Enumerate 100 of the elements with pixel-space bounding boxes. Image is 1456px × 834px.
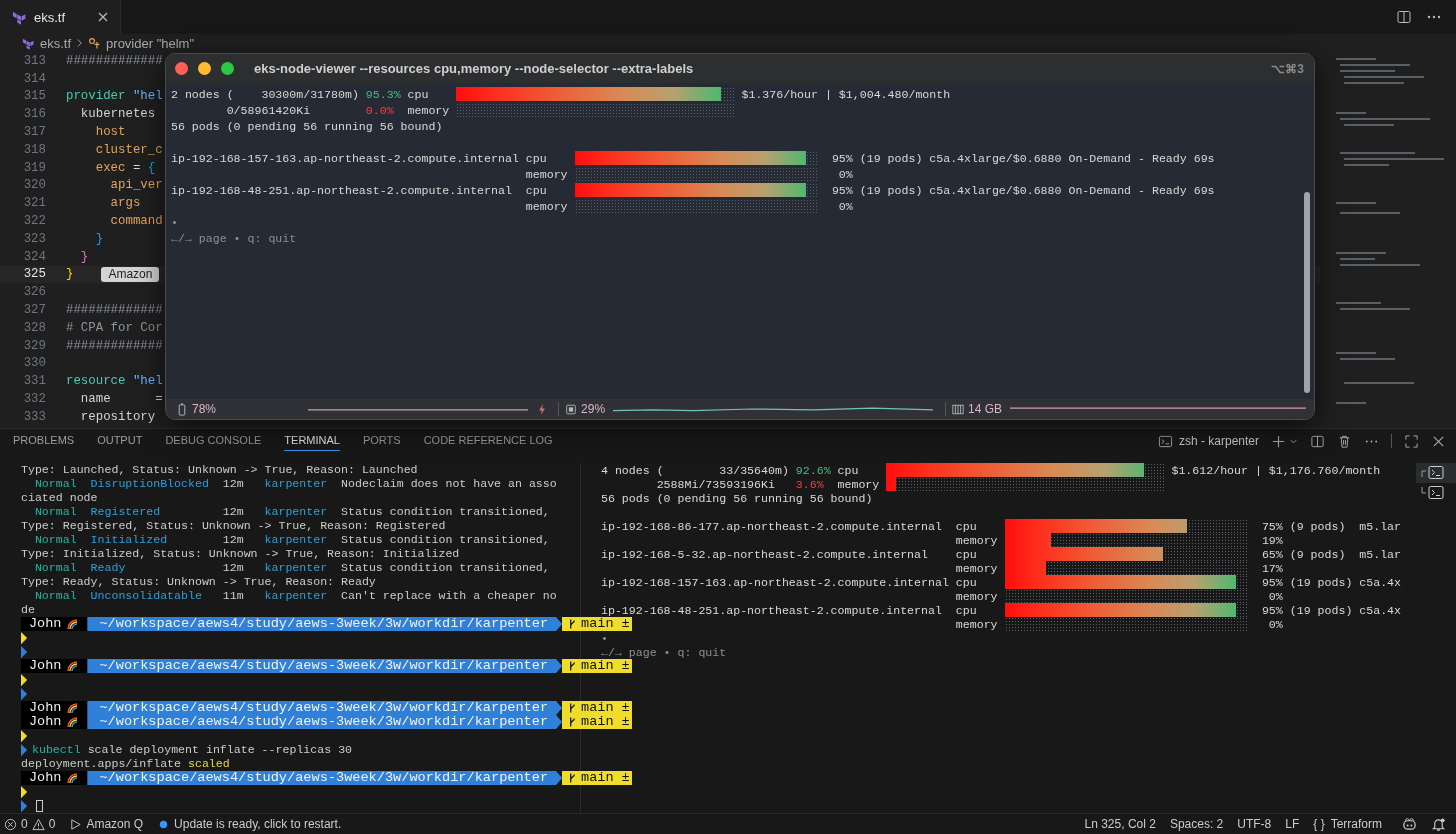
rainbow-icon xyxy=(67,702,80,714)
resource-label: cpu xyxy=(955,519,978,533)
code-line: } xyxy=(66,267,74,282)
bell-icon[interactable] xyxy=(1431,816,1446,832)
usage-percent: 95.3% xyxy=(365,87,402,101)
help-text: ←/→ page • q: quit xyxy=(171,231,297,245)
cursor-position[interactable]: Ln 325, Col 2 xyxy=(1084,817,1156,831)
help-text: ←/→ page • q: quit xyxy=(601,645,727,659)
window-title: eks-node-viewer --resources cpu,memory --node-selector --extra-labels xyxy=(254,61,694,76)
error-icon[interactable] xyxy=(4,817,17,831)
amazon-q-status[interactable]: Amazon Q xyxy=(86,817,144,831)
split-editor-icon[interactable] xyxy=(1396,9,1412,25)
memory-usage: 14 GB xyxy=(968,402,1003,416)
line-ending-status[interactable]: LF xyxy=(1285,817,1300,831)
cost-text: $1.612/hour | $1,176.760/month xyxy=(1171,463,1381,477)
usage-percent: 0.0% xyxy=(365,103,395,117)
usage-percent: 0% xyxy=(837,167,853,181)
plus-icon[interactable] xyxy=(1271,433,1286,449)
panel-tab[interactable]: TERMINAL xyxy=(284,431,340,451)
code-line: command xyxy=(109,214,163,229)
code-line: cluster_c xyxy=(94,142,163,157)
terminal-list-item[interactable] xyxy=(1416,463,1456,483)
shortcut-label: ⌥⌘3 xyxy=(1271,61,1304,76)
prompt-path: ~/workspace/aews4/study/aews-3week/3w/workdir/karpenter xyxy=(87,771,563,785)
branch-name: main ± xyxy=(581,701,630,715)
line-number: 330 xyxy=(22,356,46,371)
branch-name: main ± xyxy=(581,659,630,673)
line-number: 327 xyxy=(22,303,46,318)
panel-tab[interactable]: DEBUG CONSOLE xyxy=(165,431,262,451)
trash-icon[interactable] xyxy=(1337,433,1352,449)
resource-label: cpu xyxy=(407,87,430,101)
breadcrumb[interactable]: provider "helm" xyxy=(106,35,195,51)
branch-name: main ± xyxy=(581,617,630,631)
line-number: 317 xyxy=(22,125,46,140)
indentation-status[interactable]: Spaces: 2 xyxy=(1169,817,1224,831)
warning-count[interactable]: 0 xyxy=(48,817,56,831)
resource-label: cpu xyxy=(955,547,978,561)
terminal-icon xyxy=(1420,465,1446,481)
user-name: John xyxy=(29,701,62,715)
resource-label: cpu xyxy=(837,463,860,477)
close-icon[interactable] xyxy=(98,12,108,22)
usage-percent: 17% xyxy=(1261,561,1283,575)
node-details: (19 pods) c5a.4xlarge/$0.6880 On-Demand - Ready 69s xyxy=(859,183,1215,197)
minimize-button[interactable] xyxy=(198,62,211,75)
node-name: ip-192-168-48-251.ap-northeast-2.compute.internal xyxy=(171,183,513,197)
page-indicator: • xyxy=(601,631,608,645)
panel-tab[interactable]: PORTS xyxy=(362,431,401,451)
usage-percent: 0% xyxy=(1267,589,1283,603)
node-details: (9 pods) m5.lar xyxy=(1289,519,1402,533)
terminal-line: ciated node xyxy=(21,491,98,505)
code-line: repository xyxy=(79,409,156,424)
inline-hint[interactable]: Amazon xyxy=(101,266,160,282)
editor-tab[interactable]: eks.tf xyxy=(0,0,121,34)
warning-icon[interactable] xyxy=(31,817,45,831)
command-text: kubectl scale deployment inflate --replicas 30 xyxy=(32,743,353,757)
close-button[interactable] xyxy=(175,62,188,75)
update-notice[interactable]: Update is ready, click to restart. xyxy=(174,817,342,831)
line-number: 313 xyxy=(22,53,46,68)
node-name: ip-192-168-157-163.ap-northeast-2.compute.internal xyxy=(171,151,520,165)
zoom-button[interactable] xyxy=(221,62,234,75)
terraform-icon xyxy=(22,36,35,50)
usage-percent: 92.6% xyxy=(795,463,832,477)
error-count[interactable]: 0 xyxy=(21,817,28,831)
node-name: ip-192-168-157-163.ap-northeast-2.compute.internal xyxy=(601,575,950,589)
panel-tab[interactable]: PROBLEMS xyxy=(13,431,75,451)
panel-tab[interactable]: OUTPUT xyxy=(97,431,143,451)
node-summary-text: 2 nodes ( 30300m/31780m) xyxy=(171,87,360,101)
node-details: (9 pods) m5.lar xyxy=(1289,547,1402,561)
pod-summary: 56 pods (0 pending 56 running 56 bound) xyxy=(601,491,873,505)
maximize-icon[interactable] xyxy=(1404,433,1419,449)
play-icon[interactable] xyxy=(69,817,83,831)
battery-level: 78% xyxy=(192,402,217,416)
terminal-line: deployment.apps/inflate scaled xyxy=(21,757,230,771)
split-icon[interactable] xyxy=(1310,433,1325,449)
rainbow-icon xyxy=(67,660,80,672)
resource-label: cpu xyxy=(955,575,978,589)
memory-summary-text: 2588Mi/73593196Ki xyxy=(655,477,776,491)
user-name: John xyxy=(29,715,62,729)
copilot-icon[interactable] xyxy=(1402,816,1417,832)
usage-percent: 3.6% xyxy=(795,477,825,491)
node-details: (19 pods) c5a.4x xyxy=(1289,603,1402,617)
encoding-status[interactable]: UTF-8 xyxy=(1237,817,1272,831)
prompt-path: ~/workspace/aews4/study/aews-3week/3w/workdir/karpenter xyxy=(87,617,563,631)
panel-tab[interactable]: CODE REFERENCE LOG xyxy=(423,431,553,451)
terminal-line: de xyxy=(21,603,35,617)
usage-percent: 95% xyxy=(1261,575,1283,589)
terminal-line: Normal Ready 12m karpenter Status condition transitioned, xyxy=(33,561,550,575)
cost-text: $1.376/hour | $1,004.480/month xyxy=(741,87,951,101)
terminal-name[interactable]: zsh - karpenter xyxy=(1178,434,1259,448)
branch-icon xyxy=(568,660,578,672)
node-name: ip-192-168-86-177.ap-northeast-2.compute.internal xyxy=(601,519,943,533)
breadcrumb[interactable]: eks.tf xyxy=(40,35,72,51)
language-mode[interactable]: Terraform xyxy=(1330,817,1382,831)
user-name: John xyxy=(29,771,62,785)
line-number: 322 xyxy=(22,214,46,229)
code-line: ############# xyxy=(66,53,163,68)
scrollbar-thumb[interactable] xyxy=(1304,192,1310,393)
usage-percent: 0% xyxy=(837,199,853,213)
line-number: 323 xyxy=(22,231,46,246)
line-number: 319 xyxy=(22,160,46,175)
